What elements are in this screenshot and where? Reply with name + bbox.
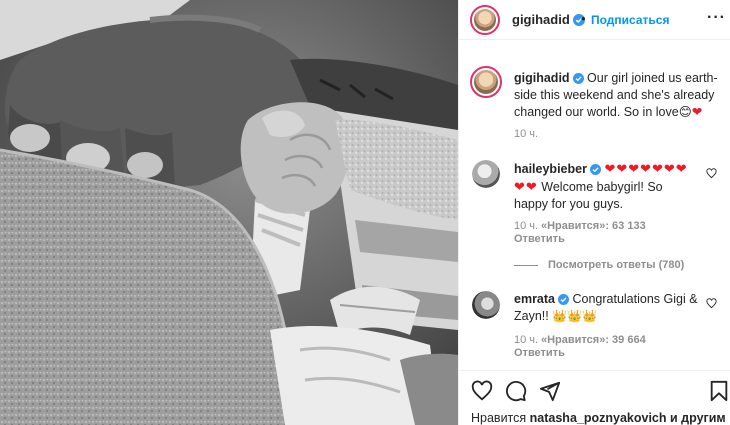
author-username[interactable]: gigihadid xyxy=(512,12,585,27)
separator-dot: • xyxy=(581,11,586,26)
comment-like-heart-icon[interactable] xyxy=(706,298,717,309)
post-header: gigihadid • Подписаться ··· xyxy=(459,0,730,40)
more-options-icon[interactable]: ··· xyxy=(707,9,726,27)
comment-timestamp[interactable]: 10 ч. xyxy=(514,334,538,346)
follow-button[interactable]: Подписаться xyxy=(591,13,669,27)
comment-username[interactable]: haileybieber xyxy=(514,162,587,176)
view-replies-button[interactable]: Посмотреть ответы (780) xyxy=(514,259,684,271)
heart-icon[interactable] xyxy=(471,380,493,402)
commenter-avatar[interactable] xyxy=(472,160,500,188)
comment-timestamp[interactable]: 10 ч. xyxy=(514,220,538,232)
post-photo-image xyxy=(0,0,458,425)
reply-button[interactable]: Ответить xyxy=(514,233,565,245)
comment-likes-count[interactable]: «Нравится»: 39 664 xyxy=(541,334,646,346)
comment-icon[interactable] xyxy=(505,380,527,402)
caption: gigihadid Our girl joined us earth-side … xyxy=(514,70,726,121)
comment-username[interactable]: emrata xyxy=(514,292,555,306)
author-avatar[interactable] xyxy=(470,5,500,35)
caption-avatar[interactable] xyxy=(470,66,502,98)
caption-timestamp[interactable]: 10 ч. xyxy=(514,128,538,140)
bookmark-icon[interactable] xyxy=(709,380,729,402)
comment-likes-count[interactable]: «Нравится»: 63 133 xyxy=(541,220,646,232)
likes-prefix: Нравится xyxy=(471,411,527,425)
commenter-avatar[interactable] xyxy=(472,291,500,319)
caption-username[interactable]: gigihadid xyxy=(514,71,570,85)
post-actions-bar: Нравится natasha_poznyakovich и другим xyxy=(459,370,730,425)
liker-username[interactable]: natasha_poznyakovich xyxy=(530,411,667,425)
heart-emoji: ❤ xyxy=(691,105,703,119)
post-likes-summary: Нравится natasha_poznyakovich и другим xyxy=(471,411,726,425)
likes-others-link[interactable]: и другим xyxy=(670,411,726,425)
smile-emoji: 😊 xyxy=(678,105,692,119)
comment-emrata: emrata Congratulations Gigi & Zayn!! 👑👑👑 xyxy=(514,291,699,325)
comment-haileybieber: haileybieber ❤❤❤❤❤❤❤❤❤ Welcome babygirl!… xyxy=(514,160,699,213)
verified-badge-icon xyxy=(558,294,569,305)
verified-badge-icon xyxy=(572,73,584,84)
comment-like-heart-icon[interactable] xyxy=(706,168,717,179)
post-details-panel: gigihadid • Подписаться ··· gigihadid Ou… xyxy=(458,0,730,425)
post-photo[interactable] xyxy=(0,0,458,425)
verified-badge-icon xyxy=(589,164,601,175)
share-icon[interactable] xyxy=(539,380,561,402)
reply-button[interactable]: Ответить xyxy=(514,347,565,359)
crown-emoji: 👑👑👑 xyxy=(552,309,598,323)
